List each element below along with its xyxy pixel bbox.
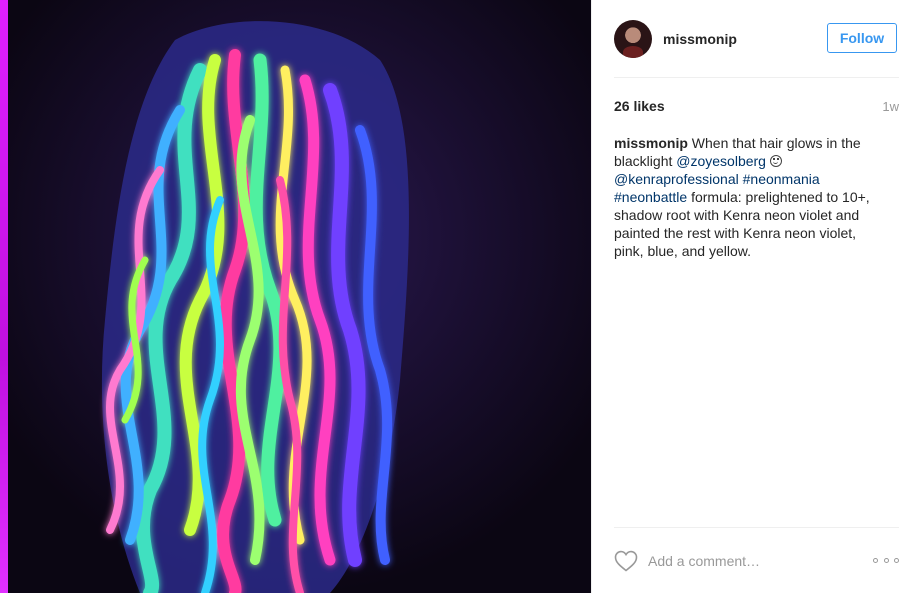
heart-icon[interactable] <box>614 550 638 572</box>
hashtag-link[interactable]: #neonmania <box>743 171 820 187</box>
post-header: missmonip Follow <box>592 0 920 78</box>
likes-count[interactable]: 26 likes <box>614 98 665 114</box>
author-username[interactable]: missmonip <box>663 31 737 47</box>
post-caption: missmonip When that hair glows in the bl… <box>614 134 884 260</box>
dot <box>894 557 899 563</box>
header-divider <box>614 77 899 78</box>
more-options-icon[interactable] <box>873 555 899 565</box>
mention-link[interactable]: @kenraprofessional <box>614 171 739 187</box>
dot <box>873 557 878 563</box>
footer-divider <box>614 527 899 528</box>
hashtag-link[interactable]: #neonbattle <box>614 189 687 205</box>
neon-hair-illustration <box>8 0 591 593</box>
post-photo[interactable] <box>0 0 591 593</box>
caption-username[interactable]: missmonip <box>614 135 688 151</box>
dot <box>883 557 889 563</box>
post-time[interactable]: 1w <box>882 99 899 114</box>
mention-link[interactable]: @zoyesolberg <box>676 153 766 169</box>
author-avatar[interactable] <box>614 20 652 58</box>
comment-bar <box>592 527 920 593</box>
post-details-panel: missmonip Follow 26 likes 1w missmonip W… <box>591 0 920 593</box>
follow-button[interactable]: Follow <box>827 23 897 53</box>
smiley-icon <box>769 155 782 167</box>
comment-input[interactable] <box>648 551 848 571</box>
